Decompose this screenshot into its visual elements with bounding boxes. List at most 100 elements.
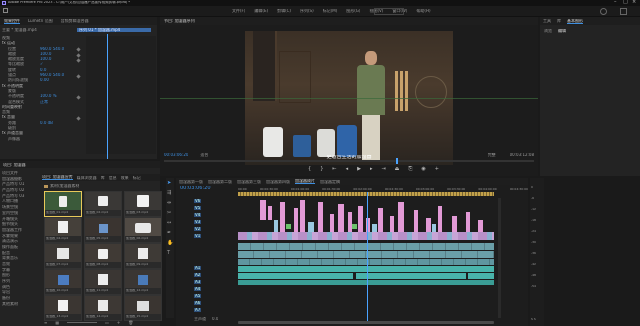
effect-value[interactable]	[40, 137, 84, 142]
workspace-dropdown[interactable]	[374, 8, 404, 15]
keyframe-icon[interactable]	[76, 95, 81, 100]
video-clip[interactable]	[452, 216, 457, 232]
media-thumbnail[interactable]: 加湿器_07.mp4	[44, 243, 82, 269]
video-clip-alt[interactable]	[432, 224, 436, 232]
tab-project-2[interactable]: 项目: 加湿器宣传	[42, 175, 73, 180]
keyframe-icon[interactable]	[76, 47, 81, 52]
selection-tool-icon[interactable]: ➤	[167, 180, 171, 186]
track-header[interactable]: V3	[194, 219, 202, 225]
media-thumbnail[interactable]: 加湿器_13.mp4	[44, 295, 82, 321]
video-clip-alt[interactable]	[372, 224, 377, 232]
track-header[interactable]: A4	[194, 286, 202, 292]
video-clip[interactable]	[294, 208, 298, 232]
master-track-header[interactable]: 主声道 0.0	[194, 316, 218, 322]
tab-audio-mixer[interactable]: 音频剪辑混合器	[61, 19, 89, 23]
keyframe-area[interactable]	[86, 36, 156, 154]
monitor-scrubber[interactable]	[164, 160, 534, 162]
video-clip[interactable]	[390, 216, 394, 232]
play-icon[interactable]: ▶	[357, 166, 361, 172]
video-clip[interactable]	[378, 208, 383, 232]
track-header[interactable]: A6	[194, 300, 202, 306]
tab-media-browser[interactable]: 媒体浏览器	[77, 176, 97, 180]
media-thumbnail[interactable]: 加湿器_04.mp4	[44, 217, 82, 243]
help-icon[interactable]	[600, 8, 607, 15]
media-thumbnail[interactable]: 加湿器_11.mp4	[84, 269, 122, 295]
menu-item[interactable]: 帮助(H)	[416, 9, 430, 13]
video-clip[interactable]	[318, 202, 323, 232]
new-bin-icon[interactable]: ▭	[105, 320, 109, 325]
minimize-icon[interactable]: –	[614, 0, 617, 5]
tab-essential-graphics[interactable]: 基本图形	[567, 19, 583, 24]
timeline-playhead[interactable]	[367, 192, 368, 322]
sequence-tab[interactable]: 加湿器定稿	[320, 180, 340, 184]
go-to-in-icon[interactable]: ⇤	[332, 166, 336, 172]
media-thumbnail[interactable]: 加湿器_05.mp4	[84, 217, 122, 243]
marker-strip[interactable]	[238, 192, 494, 196]
timeline-v-scrollbar[interactable]	[498, 198, 501, 318]
media-thumbnail[interactable]: 加湿器_10.mp4	[44, 269, 82, 295]
fullscreen-icon[interactable]	[620, 8, 627, 15]
close-icon[interactable]: ×	[632, 0, 636, 5]
keyframe-icon[interactable]	[76, 116, 81, 121]
sequence-tab[interactable]: 加湿器成片	[295, 179, 315, 184]
sequence-tab[interactable]: 加湿器第四版	[266, 180, 290, 184]
video-clip[interactable]	[260, 200, 266, 220]
video-clip[interactable]	[338, 204, 344, 232]
media-thumbnail[interactable]: 加湿器_12.mp4	[124, 269, 162, 295]
media-thumbnail[interactable]: 加湿器_06.mp4	[124, 217, 162, 243]
extract-icon[interactable]: ⎘	[408, 166, 412, 172]
video-clip[interactable]	[280, 202, 285, 232]
media-thumbnail[interactable]: 加湿器_01.mp4	[44, 191, 82, 217]
keyframe-icon[interactable]	[76, 53, 81, 58]
timeline-timecode[interactable]: 00:03:06:20	[180, 186, 211, 191]
track-header[interactable]: A1	[194, 265, 202, 271]
v1-track-clips[interactable]	[238, 232, 494, 240]
tab-effect-controls[interactable]: 效果控件	[4, 19, 20, 24]
menu-item[interactable]: 图形(G)	[346, 9, 360, 13]
video-clip[interactable]	[466, 212, 470, 232]
mark-in-icon[interactable]: {	[308, 166, 311, 172]
video-clip[interactable]	[358, 206, 363, 232]
home-icon[interactable]	[3, 8, 8, 13]
tab-libraries[interactable]: 库	[557, 19, 561, 23]
video-clip-green[interactable]	[352, 224, 357, 229]
media-thumbnail[interactable]: 加湿器_03.mp4	[124, 191, 162, 217]
slip-tool-icon[interactable]: ↔	[167, 220, 171, 226]
ripple-edit-icon[interactable]: ⇹	[167, 200, 171, 206]
track-header[interactable]: V5	[194, 205, 202, 211]
export-frame-icon[interactable]: ◉	[421, 166, 425, 172]
edit-button[interactable]: 编辑	[558, 29, 566, 33]
solo-buttons[interactable]: S S	[531, 318, 536, 321]
tab-lumetri[interactable]: Lumetri 范围	[28, 19, 53, 23]
type-tool-icon[interactable]: T	[167, 250, 170, 256]
keyframe-icon[interactable]	[76, 74, 81, 79]
menu-item[interactable]: 剪辑(C)	[277, 9, 291, 13]
tab-effects[interactable]: 效果	[121, 176, 129, 180]
video-clip[interactable]	[330, 214, 334, 232]
tab-markers[interactable]: 标记	[133, 176, 141, 180]
tab-tools[interactable]: 工具	[543, 19, 551, 23]
add-button-icon[interactable]: +	[435, 166, 439, 172]
video-clip[interactable]	[300, 200, 305, 232]
video-clip[interactable]	[478, 220, 483, 232]
hand-tool-icon[interactable]: ✋	[167, 240, 173, 246]
video-clip[interactable]	[348, 212, 352, 232]
menu-item[interactable]: 序列(S)	[300, 9, 314, 13]
tab-libraries-2[interactable]: 库	[101, 176, 105, 180]
mark-out-icon[interactable]: }	[320, 166, 323, 172]
sequence-tab[interactable]: 加湿器第二版	[208, 180, 232, 184]
new-item-icon[interactable]: +	[117, 320, 120, 325]
tab-project[interactable]: 项目: 加湿器	[3, 163, 26, 167]
list-view-icon[interactable]: ≡	[44, 320, 47, 325]
menu-item[interactable]: 文件(F)	[232, 9, 245, 13]
step-forward-icon[interactable]: ▸	[370, 166, 373, 172]
track-header[interactable]: V1	[194, 233, 202, 239]
audio-clip[interactable]	[238, 259, 494, 265]
audio-clip[interactable]	[238, 266, 494, 272]
track-header[interactable]: A5	[194, 293, 202, 299]
scrubber-playhead[interactable]	[396, 158, 398, 164]
master-volume-value[interactable]: 0.0	[212, 317, 218, 321]
timeline-h-scrollbar[interactable]	[238, 321, 494, 324]
trash-icon[interactable]: 🗑	[128, 320, 133, 325]
browse-button[interactable]: 浏览	[544, 29, 552, 33]
